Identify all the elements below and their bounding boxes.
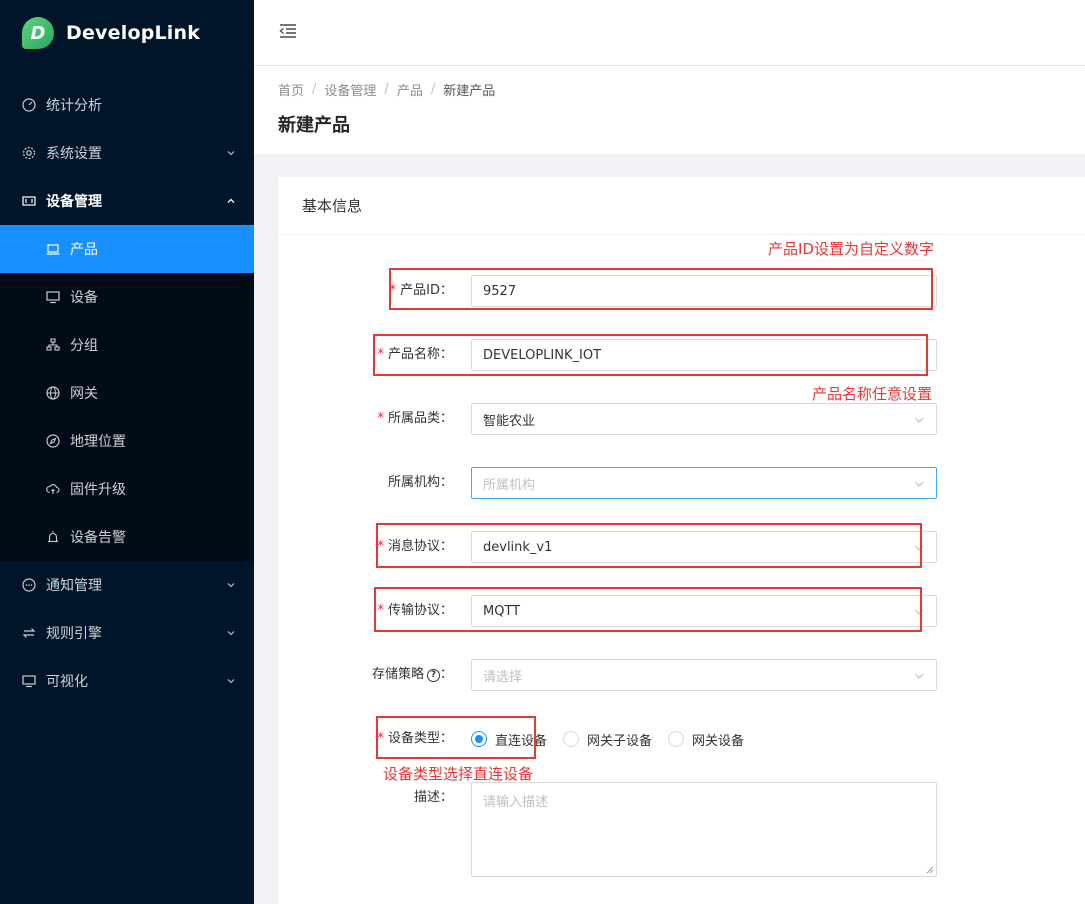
breadcrumb-separator: / xyxy=(384,82,389,97)
sidebar-item-device[interactable]: 设备 xyxy=(0,273,254,321)
radio-dot[interactable] xyxy=(668,731,685,747)
sidebar-item-group[interactable]: 分组 xyxy=(0,321,254,369)
annotation-box-product-name xyxy=(373,334,928,376)
category-select[interactable]: 智能农业 xyxy=(471,403,937,435)
sidebar-item-label: 固件升级 xyxy=(70,482,126,498)
annotation-device-type: 设备类型选择直连设备 xyxy=(383,765,534,783)
form-row-org: 所属机构： 所属机构 xyxy=(278,467,1085,499)
sidebar-item-gateway[interactable]: 网关 xyxy=(0,369,254,417)
breadcrumb-product[interactable]: 产品 xyxy=(397,80,423,99)
org-label: 所属机构： xyxy=(387,475,453,490)
annotation-product-name: 产品名称任意设置 xyxy=(812,385,933,403)
description-label: 描述： xyxy=(413,790,453,805)
annotation-box-transport-protocol xyxy=(374,587,922,632)
breadcrumb-separator: / xyxy=(430,82,436,97)
sidebar-item-label: 规则引擎 xyxy=(46,626,102,642)
page-header: 首页 / 设备管理 / 产品 / 新建产品 新建产品 xyxy=(254,66,1085,154)
question-circle-icon[interactable]: ? xyxy=(426,668,440,682)
breadcrumb-home[interactable]: 首页 xyxy=(278,80,304,99)
chevron-down-icon xyxy=(914,417,924,423)
sidebar-item-label: 可视化 xyxy=(46,674,88,690)
category-label: * 所属品类： xyxy=(377,411,453,426)
breadcrumb-current: 新建产品 xyxy=(443,84,496,99)
swap-icon xyxy=(22,626,36,640)
chevron-down-icon xyxy=(914,673,924,679)
sidebar-item-statistics[interactable]: 统计分析 xyxy=(0,81,254,129)
topbar xyxy=(254,0,1085,66)
radio-dot[interactable] xyxy=(563,731,580,747)
sidebar-item-label: 设备 xyxy=(70,290,98,306)
sidebar-menu: 统计分析 系统设置 设备管理 产品 设备 分组 网关 地理位置 固件升级 设备告… xyxy=(0,81,254,705)
sidebar-item-rule-engine[interactable]: 规则引擎 xyxy=(0,609,254,657)
form-row-storage: 存储策略?： 请选择 xyxy=(278,659,1085,691)
sidebar-item-label: 系统设置 xyxy=(46,146,102,162)
card-title: 基本信息 xyxy=(278,177,1085,235)
radio-gateway-device[interactable]: 网关设备 xyxy=(668,730,744,749)
breadcrumb: 首页 / 设备管理 / 产品 / 新建产品 xyxy=(278,80,1061,99)
sidebar-item-label: 设备告警 xyxy=(70,530,126,546)
sidebar-item-label: 统计分析 xyxy=(46,98,102,114)
sidebar-item-location[interactable]: 地理位置 xyxy=(0,417,254,465)
chevron-down-icon xyxy=(227,583,235,588)
sidebar-item-system-settings[interactable]: 系统设置 xyxy=(0,129,254,177)
sidebar-item-alarm[interactable]: 设备告警 xyxy=(0,513,254,561)
org-select[interactable]: 所属机构 xyxy=(471,467,937,499)
menu-fold-icon[interactable] xyxy=(278,23,298,43)
storage-select[interactable]: 请选择 xyxy=(471,659,937,691)
dashboard-icon xyxy=(22,98,36,112)
app-name: DevelopLink xyxy=(66,22,201,44)
sidebar-item-notification[interactable]: 通知管理 xyxy=(0,561,254,609)
chevron-down-icon xyxy=(227,151,235,156)
cluster-icon xyxy=(46,338,60,352)
cloud-upload-icon xyxy=(46,482,60,496)
sidebar-item-product[interactable]: 产品 xyxy=(0,225,254,273)
annotation-box-device-type xyxy=(376,716,536,759)
sidebar-item-firmware[interactable]: 固件升级 xyxy=(0,465,254,513)
device-submenu: 产品 设备 分组 网关 地理位置 固件升级 设备告警 xyxy=(0,225,254,561)
desktop-icon xyxy=(46,290,60,304)
sidebar-item-visualization[interactable]: 可视化 xyxy=(0,657,254,705)
laptop-icon xyxy=(46,242,60,256)
sidebar-item-device-management[interactable]: 设备管理 xyxy=(0,177,254,225)
sidebar-item-label: 产品 xyxy=(70,242,98,258)
resize-handle-icon[interactable] xyxy=(926,866,934,874)
device-manage-icon xyxy=(22,194,36,208)
annotation-product-id: 产品ID设置为自定义数字 xyxy=(768,240,934,258)
chevron-down-icon xyxy=(227,631,235,636)
radio-gateway-sub-device[interactable]: 网关子设备 xyxy=(563,730,652,749)
gear-icon xyxy=(22,146,36,160)
breadcrumb-device-management[interactable]: 设备管理 xyxy=(324,80,376,99)
sidebar-item-label: 分组 xyxy=(70,338,98,354)
description-textarea[interactable]: 请输入描述 xyxy=(471,782,937,877)
alarm-icon xyxy=(46,530,60,544)
sidebar-item-label: 地理位置 xyxy=(70,434,126,450)
form-row-description: 描述： 请输入描述 xyxy=(278,782,1085,877)
sidebar-item-label: 通知管理 xyxy=(46,578,102,594)
chevron-down-icon xyxy=(914,481,924,487)
sidebar-item-label: 网关 xyxy=(70,386,98,402)
breadcrumb-separator: / xyxy=(312,82,317,97)
logo-icon: D xyxy=(22,17,54,49)
logo[interactable]: D DevelopLink xyxy=(0,0,254,66)
main-area: 首页 / 设备管理 / 产品 / 新建产品 新建产品 基本信息 * 产品ID： 9… xyxy=(254,0,1085,904)
globe-icon xyxy=(46,386,60,400)
sidebar-item-label: 设备管理 xyxy=(46,194,102,210)
compass-icon xyxy=(46,434,60,448)
annotation-box-product-id xyxy=(389,268,933,310)
form-row-category: * 所属品类： 智能农业 xyxy=(278,403,1085,435)
sidebar: D DevelopLink 统计分析 系统设置 设备管理 产品 设备 分组 网关… xyxy=(0,0,254,904)
message-icon xyxy=(22,578,36,592)
annotation-box-message-protocol xyxy=(376,523,922,568)
page-title: 新建产品 xyxy=(278,115,350,136)
chevron-up-icon xyxy=(227,198,235,203)
monitor-icon xyxy=(22,674,36,688)
chevron-down-icon xyxy=(227,679,235,684)
storage-label: 存储策略?： xyxy=(371,667,453,682)
